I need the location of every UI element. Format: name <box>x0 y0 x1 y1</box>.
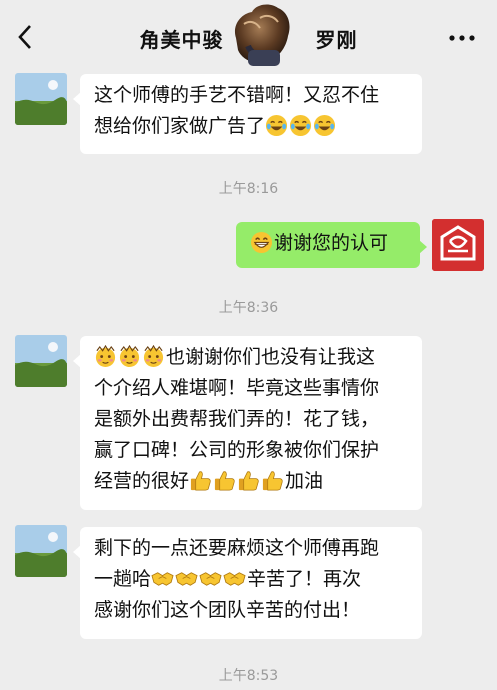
crying-laughing-icon <box>313 114 336 137</box>
chat-header: 角美中骏 罗刚 <box>0 0 497 72</box>
landscape-avatar-icon <box>15 73 67 125</box>
handshake-icon <box>223 567 246 590</box>
self-avatar[interactable] <box>432 219 484 271</box>
logo-avatar-icon <box>432 219 484 271</box>
fist-sticker-icon <box>226 0 296 72</box>
avatar[interactable] <box>15 335 67 387</box>
thumbs-up-icon <box>261 469 284 492</box>
shy-face-icon <box>94 345 117 368</box>
landscape-avatar-icon <box>15 335 67 387</box>
timestamp: 上午8:16 <box>218 181 279 197</box>
message-text: 辛苦了！再次 <box>247 568 362 590</box>
avatar[interactable] <box>15 73 67 125</box>
chat-title-left: 角美中骏 <box>139 28 224 52</box>
message-text: 也谢谢你们也没有让我这 <box>166 346 376 368</box>
handshake-icon <box>175 567 198 590</box>
shy-face-icon <box>142 345 165 368</box>
more-button[interactable] <box>447 28 477 48</box>
message-text: 剩下的一点还要麻烦这个师傅再跑 <box>94 537 380 559</box>
shy-face-icon <box>118 345 141 368</box>
grin-icon <box>250 231 273 254</box>
handshake-icon <box>199 567 222 590</box>
timestamp: 上午8:36 <box>218 300 279 316</box>
thumbs-up-icon <box>237 469 260 492</box>
more-dots-icon <box>449 35 475 41</box>
message-text: 谢谢您的认可 <box>274 232 389 254</box>
message-text: 个介绍人难堪啊！毕竟这些事情你 <box>94 377 380 399</box>
message-text: 感谢你们这个团队辛苦的付出！ <box>94 599 361 621</box>
message-bubble[interactable]: 也谢谢你们也没有让我这 个介绍人难堪啊！毕竟这些事情你 是额外出费帮我们弄的！花… <box>73 336 422 510</box>
timestamp: 上午8:53 <box>218 668 279 684</box>
thumbs-up-icon <box>189 469 212 492</box>
crying-laughing-icon <box>265 114 288 137</box>
message-text: 想给你们家做广告了 <box>94 115 266 137</box>
message-bubble-self[interactable]: 谢谢您的认可 <box>236 222 427 268</box>
message-text: 是额外出费帮我们弄的！花了钱， <box>94 408 380 430</box>
landscape-avatar-icon <box>15 525 67 577</box>
chat-title-right: 罗刚 <box>315 28 358 52</box>
handshake-icon <box>151 567 174 590</box>
message-text: 经营的很好 <box>94 470 190 492</box>
avatar[interactable] <box>15 525 67 577</box>
message-text: 一趟哈 <box>94 568 152 590</box>
thumbs-up-icon <box>213 469 236 492</box>
message-text: 这个师傅的手艺不错啊！又忍不住 <box>94 84 380 106</box>
message-text: 加油 <box>285 470 324 492</box>
message-bubble[interactable]: 剩下的一点还要麻烦这个师傅再跑 一趟哈 辛苦了！再次 感谢你们这个团队辛苦的付出！ <box>73 527 422 639</box>
crying-laughing-icon <box>289 114 312 137</box>
message-text: 赢了口碑！公司的形象被你们保护 <box>94 439 380 461</box>
message-bubble[interactable]: 这个师傅的手艺不错啊！又忍不住 想给你们家做广告了 <box>73 74 422 154</box>
